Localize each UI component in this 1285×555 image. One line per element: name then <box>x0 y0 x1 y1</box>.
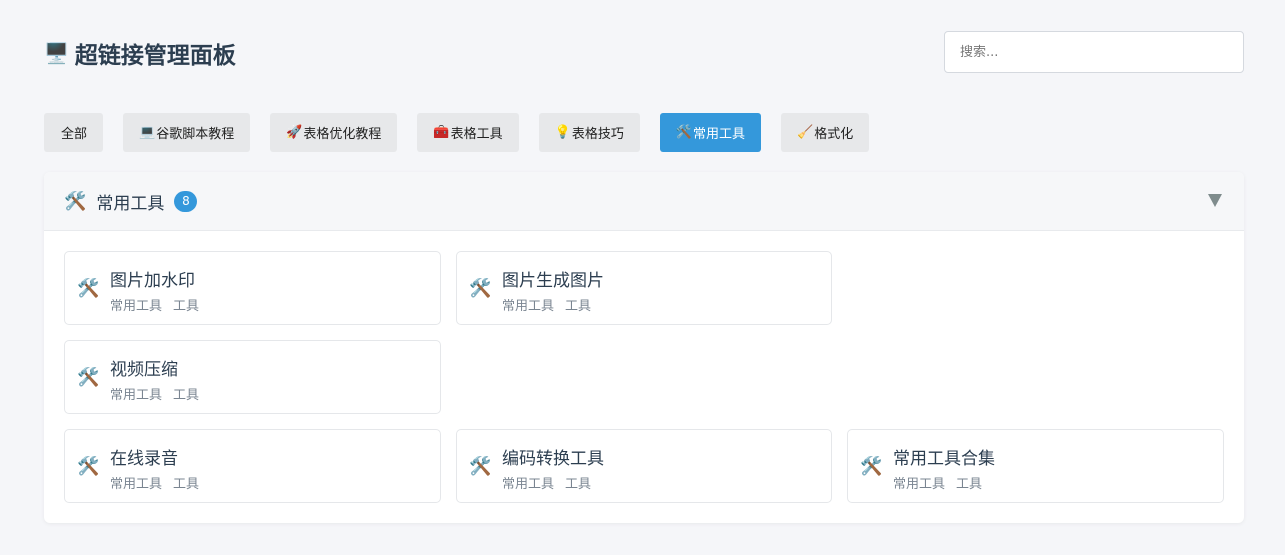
link-card[interactable]: 🛠️ 视频压缩 常用工具 工具 <box>64 340 441 414</box>
filter-label: 表格技巧 <box>571 127 624 142</box>
computer-icon: 🖥️ <box>44 41 69 65</box>
rocket-icon: 🚀 <box>286 125 303 140</box>
tag: 常用工具 <box>110 299 163 314</box>
tag-list: 常用工具 工具 <box>110 384 199 403</box>
tag: 工具 <box>565 299 592 314</box>
filter-label: 格式化 <box>814 127 854 142</box>
tools-icon: 🛠️ <box>77 367 100 388</box>
tag: 工具 <box>956 477 983 492</box>
tag: 常用工具 <box>502 299 555 314</box>
tools-icon: 🛠️ <box>675 125 693 140</box>
link-card-title: 在线录音 <box>110 449 178 469</box>
link-card[interactable]: 🛠️ 图片生成图片 常用工具 工具 <box>456 251 832 325</box>
link-card[interactable]: 🛠️ 在线录音 常用工具 工具 <box>64 429 441 503</box>
filter-label: 全部 <box>61 127 88 142</box>
tools-icon: 🛠️ <box>469 278 492 299</box>
filter-format-button[interactable]: 🧹 格式化 <box>781 113 870 152</box>
filter-common-tools-button[interactable]: 🛠️ 常用工具 <box>659 113 762 152</box>
tag: 工具 <box>173 388 200 403</box>
filter-label: 常用工具 <box>693 127 746 142</box>
search-input[interactable] <box>944 31 1244 73</box>
tag: 工具 <box>173 477 200 492</box>
filter-label: 谷歌脚本教程 <box>156 127 235 142</box>
tools-icon: 🛠️ <box>469 456 492 477</box>
link-card-title: 图片生成图片 <box>502 271 604 291</box>
filter-all-button[interactable]: 全部 <box>44 113 104 152</box>
lightbulb-icon: 💡 <box>554 125 571 140</box>
tag: 常用工具 <box>893 477 946 492</box>
section-title: 常用工具 <box>96 193 165 214</box>
filter-label: 表格工具 <box>450 127 503 142</box>
filter-sheet-optimization-button[interactable]: 🚀 表格优化教程 <box>270 113 398 152</box>
filter-label: 表格优化教程 <box>303 127 382 142</box>
tools-icon: 🛠️ <box>77 278 100 299</box>
laptop-icon: 💻 <box>139 125 156 140</box>
filter-sheet-tools-button[interactable]: 🧰 表格工具 <box>417 113 519 152</box>
broom-icon: 🧹 <box>797 125 814 140</box>
page-title: 🖥️ 超链接管理面板 <box>44 36 236 70</box>
tools-icon: 🛠️ <box>860 456 883 477</box>
filter-sheet-tips-button[interactable]: 💡 表格技巧 <box>538 113 640 152</box>
link-card-title: 常用工具合集 <box>893 449 995 469</box>
tag-list: 常用工具 工具 <box>502 295 591 314</box>
link-card[interactable]: 🛠️ 常用工具合集 常用工具 工具 <box>847 429 1224 503</box>
toolbox-icon: 🧰 <box>433 125 450 140</box>
page-title-text: 超链接管理面板 <box>74 43 236 69</box>
collapse-triangle-icon[interactable] <box>1208 194 1222 207</box>
link-card-title: 编码转换工具 <box>502 449 604 469</box>
tools-icon: 🛠️ <box>64 190 87 212</box>
tag: 工具 <box>565 477 592 492</box>
link-card[interactable]: 🛠️ 图片加水印 常用工具 工具 <box>64 251 441 325</box>
category-section: 🛠️ 常用工具 8 🛠️ 图片加水印 常用工具 工具 🛠️ 图片生成图片 常用工… <box>44 172 1244 523</box>
tag-list: 常用工具 工具 <box>110 473 199 492</box>
link-card[interactable]: 🛠️ 编码转换工具 常用工具 工具 <box>456 429 832 503</box>
tag-list: 常用工具 工具 <box>893 473 982 492</box>
tag: 工具 <box>173 299 200 314</box>
section-header[interactable]: 🛠️ 常用工具 8 <box>44 172 1244 231</box>
tag-list: 常用工具 工具 <box>502 473 591 492</box>
count-badge: 8 <box>174 190 198 212</box>
tools-icon: 🛠️ <box>77 456 100 477</box>
tag-list: 常用工具 工具 <box>110 295 199 314</box>
link-card-title: 图片加水印 <box>110 271 195 291</box>
tag: 常用工具 <box>110 388 163 403</box>
filter-google-script-button[interactable]: 💻 谷歌脚本教程 <box>123 113 251 152</box>
link-card-title: 视频压缩 <box>110 360 178 380</box>
tag: 常用工具 <box>110 477 163 492</box>
tag: 常用工具 <box>502 477 555 492</box>
category-filter-bar: 全部 💻 谷歌脚本教程 🚀 表格优化教程 🧰 表格工具 💡 表格技巧 🛠️ 常用… <box>44 113 870 152</box>
